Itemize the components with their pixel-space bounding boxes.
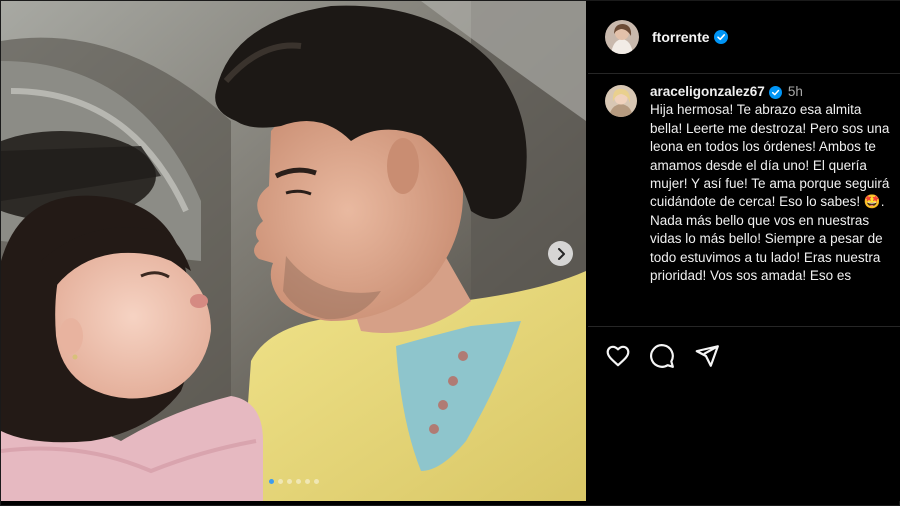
post-actions xyxy=(588,326,900,383)
carousel-dot xyxy=(277,479,283,484)
comment: araceligonzalez67 5h Hija hermosa! Te abr… xyxy=(588,77,900,323)
author-username[interactable]: ftorrente xyxy=(652,29,710,45)
chevron-right-icon xyxy=(557,247,565,260)
comment-text: Hija hermosa! Te abrazo esa almita bella… xyxy=(650,102,890,284)
carousel-dot xyxy=(286,479,292,484)
verified-badge-icon xyxy=(768,85,782,99)
commenter-avatar[interactable] xyxy=(605,85,637,117)
verified-badge-icon xyxy=(713,30,728,44)
commenter-username[interactable]: araceligonzalez67 xyxy=(650,84,765,99)
author-avatar[interactable] xyxy=(605,20,639,54)
post-header: ftorrente xyxy=(588,1,900,74)
comment-body: araceligonzalez67 5h Hija hermosa! Te abr… xyxy=(650,83,895,285)
instagram-post-viewer: ftorrente araceligonzalez67 5h Hija hermo… xyxy=(0,0,900,506)
heart-icon[interactable] xyxy=(605,343,631,369)
share-icon[interactable] xyxy=(694,343,720,369)
carousel-dot xyxy=(313,479,319,484)
post-photo[interactable] xyxy=(1,1,586,501)
photo-illustration xyxy=(1,1,586,501)
carousel-dot xyxy=(304,479,310,484)
comment-timestamp[interactable]: 5h xyxy=(788,84,803,99)
comment-icon[interactable] xyxy=(649,343,675,369)
post-sidebar: ftorrente araceligonzalez67 5h Hija hermo… xyxy=(588,1,900,501)
carousel-indicator xyxy=(1,479,586,484)
carousel-dot xyxy=(295,479,301,484)
carousel-dot xyxy=(268,479,274,484)
carousel-next-button[interactable] xyxy=(548,241,573,266)
